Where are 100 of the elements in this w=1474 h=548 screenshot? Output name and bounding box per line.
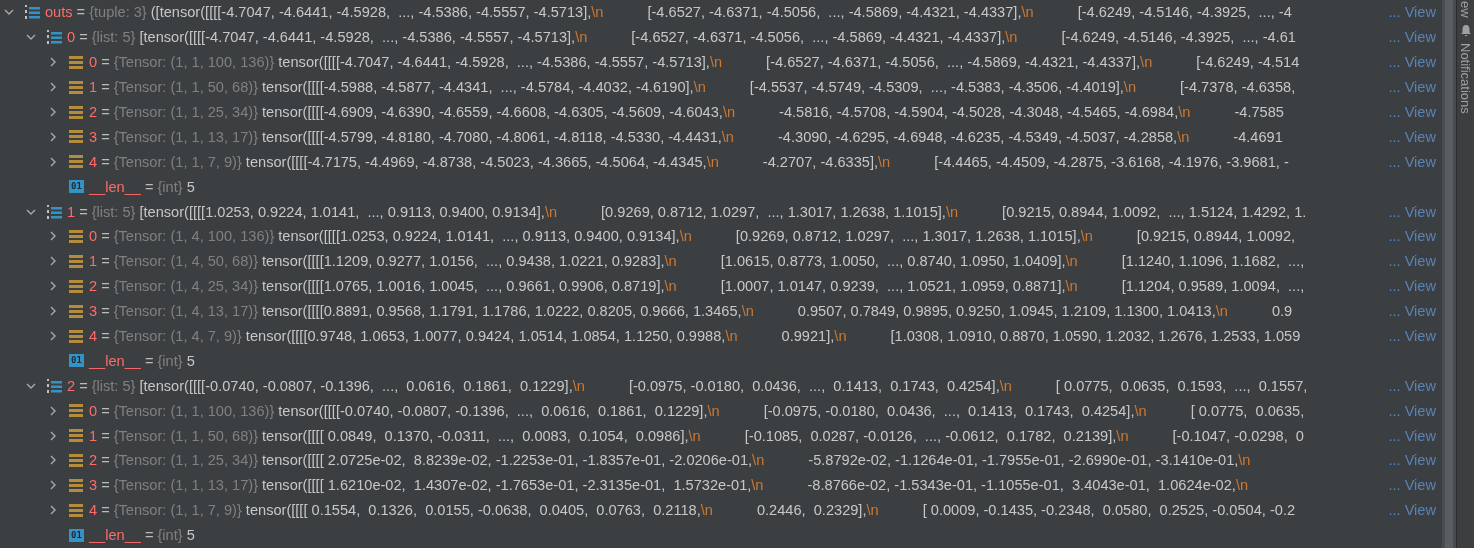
value-text: tensor([[[[1.0253, 0.9224, 1.0141, ..., 0.9113, 0.9400, 0.9134], bbox=[278, 228, 680, 245]
newline-escape: \n bbox=[700, 502, 713, 519]
newline-escape: \n bbox=[1021, 4, 1034, 21]
variable-name: __len__ bbox=[89, 352, 141, 369]
view-link[interactable]: View bbox=[1404, 4, 1436, 21]
value-text: tensor([[[[0.8891, 0.9568, 1.1791, 1.1786, 1.0222, 0.8205, 0.9666, 1.3465, bbox=[262, 303, 742, 320]
value-text: 5 bbox=[186, 178, 195, 195]
stack-icon bbox=[69, 55, 83, 69]
type-label: {int} bbox=[157, 178, 183, 195]
type-label: {Tensor: (1, 1, 25, 34)} bbox=[113, 452, 259, 469]
type-label: {Tensor: (1, 4, 13, 17)} bbox=[113, 303, 259, 320]
equals-sign: = bbox=[101, 228, 110, 245]
view-link[interactable]: View bbox=[1404, 303, 1436, 320]
chevron-icon[interactable] bbox=[48, 57, 58, 68]
chevron-icon[interactable] bbox=[48, 82, 58, 93]
view-link[interactable]: View bbox=[1404, 228, 1436, 245]
equals-sign: = bbox=[144, 527, 154, 544]
type-label: {list: 5} bbox=[91, 203, 136, 220]
stack-icon bbox=[69, 503, 83, 517]
type-label: {Tensor: (1, 1, 25, 34)} bbox=[113, 104, 259, 120]
view-link[interactable]: View bbox=[1404, 79, 1436, 96]
ellipsis: ... bbox=[1388, 228, 1401, 245]
stack-icon bbox=[69, 229, 83, 243]
chevron-icon[interactable] bbox=[48, 281, 58, 292]
chevron-icon[interactable] bbox=[48, 480, 58, 491]
equals-sign: = bbox=[144, 352, 154, 369]
chevron-icon[interactable] bbox=[48, 405, 58, 416]
stack-icon bbox=[69, 130, 83, 144]
view-link[interactable]: View bbox=[1404, 328, 1436, 344]
type-label: {Tensor: (1, 1, 13, 17)} bbox=[113, 128, 259, 145]
value-text: [tensor([[[[1.0253, 0.9224, 1.0141, ..., 0.9113, 0.9400, 0.9134], bbox=[139, 203, 545, 220]
variable-name: 3 bbox=[89, 128, 98, 145]
int-badge: 01 bbox=[69, 354, 84, 368]
chevron-icon[interactable] bbox=[48, 107, 58, 117]
ellipsis: ... bbox=[1388, 402, 1401, 419]
view-link[interactable]: View bbox=[1404, 452, 1436, 469]
bell-icon[interactable] bbox=[1459, 23, 1472, 37]
value-text: 5 bbox=[186, 352, 195, 369]
value-text: -4.3090, -4.6295, -4.6948, -4.6235, -4.5349, -4.5037, -4.2858, bbox=[778, 128, 1178, 145]
value-text: -4.2707, -4.6335], bbox=[762, 153, 879, 170]
value-text: tensor([[[[-4.7175, -4.4969, -4.8738, -4.5023, -4.3665, -4.5064, -4.4345, bbox=[245, 153, 707, 170]
chevron-icon[interactable] bbox=[48, 306, 58, 317]
chevron-icon[interactable] bbox=[48, 455, 58, 466]
view-link[interactable]: View bbox=[1404, 402, 1436, 419]
equals-sign: = bbox=[79, 29, 88, 46]
view-link[interactable]: View bbox=[1404, 153, 1436, 170]
view-link[interactable]: View bbox=[1404, 253, 1436, 270]
newline-escape: \n bbox=[664, 278, 677, 295]
variable-name: 0 bbox=[89, 402, 98, 419]
value-text: [-4.7378, -4.6358, bbox=[1180, 79, 1296, 96]
chevron-icon[interactable] bbox=[48, 131, 58, 142]
newline-escape: \n bbox=[1065, 253, 1078, 270]
type-label: {int} bbox=[157, 527, 183, 544]
view-link[interactable]: View bbox=[1404, 29, 1436, 46]
value-text: [-0.0975, -0.0180, 0.0436, ..., 0.1413, 0.1743, 0.4254], bbox=[763, 402, 1135, 419]
chevron-icon[interactable] bbox=[48, 256, 58, 267]
view-link[interactable]: View bbox=[1404, 502, 1436, 519]
newline-escape: \n bbox=[1235, 477, 1249, 494]
value-text: tensor([[[[-4.5799, -4.8180, -4.7080, -4.8061, -4.8118, -4.5330, -4.4431, bbox=[262, 128, 722, 145]
value-text: 0.9507, 0.7849, 0.9895, 0.9250, 1.0945, 1.2109, 1.1300, 1.0413, bbox=[797, 303, 1216, 320]
view-link[interactable]: View bbox=[1404, 54, 1436, 71]
value-text: ([tensor([[[[-4.7047, -4.6441, -4.5928, ..., -4.5386, -4.5557, -4.5713], bbox=[150, 4, 592, 21]
tool-window-label[interactable]: ew bbox=[1458, 1, 1473, 18]
ellipsis: ... bbox=[1388, 128, 1401, 145]
newline-escape: \n bbox=[1215, 303, 1228, 320]
chevron-icon[interactable] bbox=[48, 430, 58, 441]
view-link[interactable]: View bbox=[1404, 477, 1436, 494]
chevron-icon[interactable] bbox=[48, 331, 58, 341]
view-link[interactable]: View bbox=[1404, 278, 1436, 295]
chevron-icon[interactable] bbox=[48, 505, 58, 516]
list-icon bbox=[47, 203, 62, 220]
type-label: {Tensor: (1, 1, 7, 9)} bbox=[113, 153, 242, 170]
newline-escape: \n bbox=[1238, 452, 1251, 469]
stack-icon bbox=[69, 478, 83, 492]
tool-window-label[interactable]: Notifications bbox=[1458, 42, 1473, 114]
ellipsis: ... bbox=[1388, 452, 1401, 469]
equals-sign: = bbox=[101, 54, 110, 71]
value-text: tensor([[[[-4.6909, -4.6390, -4.6559, -4.6608, -4.6305, -4.5609, -4.6043, bbox=[262, 104, 723, 120]
chevron-icon[interactable] bbox=[48, 231, 58, 242]
value-text: 0.9921], bbox=[781, 328, 835, 344]
view-link[interactable]: View bbox=[1404, 104, 1436, 120]
view-link[interactable]: View bbox=[1404, 128, 1436, 145]
ellipsis: ... bbox=[1388, 203, 1401, 220]
value-text: [1.1240, 1.1096, 1.1682, ..., bbox=[1121, 253, 1305, 270]
value-text: [-4.6249, -4.514 bbox=[1196, 54, 1300, 71]
ellipsis: ... bbox=[1388, 104, 1401, 120]
variable-name: 2 bbox=[89, 452, 98, 469]
value-text: tensor([[[[ 0.1554, 0.1326, 0.0155, -0.0638, 0.0405, 0.0763, 0.2118, bbox=[245, 502, 701, 519]
equals-sign: = bbox=[101, 278, 110, 295]
variable-name: 0 bbox=[89, 54, 98, 71]
view-link[interactable]: View bbox=[1404, 203, 1436, 220]
equals-sign: = bbox=[101, 104, 110, 120]
view-link[interactable]: View bbox=[1404, 427, 1436, 444]
newline-escape: \n bbox=[544, 203, 558, 220]
value-text: [0.9215, 0.8944, 1.0092, ..., 1.5124, 1.4292, 1. bbox=[1002, 203, 1307, 220]
chevron-icon[interactable] bbox=[48, 156, 58, 167]
ellipsis: ... bbox=[1388, 303, 1401, 320]
view-link[interactable]: View bbox=[1404, 377, 1436, 394]
newline-escape: \n bbox=[707, 402, 720, 419]
type-label: {Tensor: (1, 4, 25, 34)} bbox=[113, 278, 259, 295]
